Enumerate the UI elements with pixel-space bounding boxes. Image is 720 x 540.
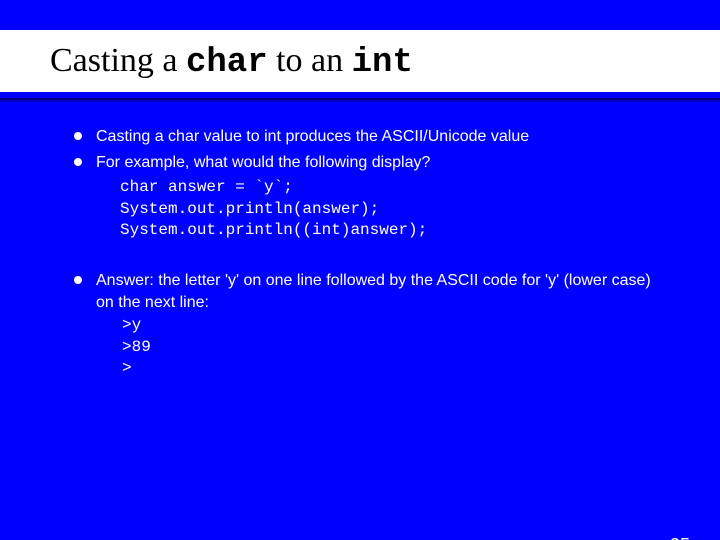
- output-line: >y: [122, 315, 670, 337]
- bullet-text: For example, what would the following di…: [96, 154, 430, 171]
- title-code-2: int: [352, 44, 413, 82]
- code-line: System.out.println(answer);: [120, 199, 670, 221]
- title-bar: Casting a char to an int: [0, 30, 720, 92]
- title-text-1: Casting a: [50, 42, 186, 79]
- footer: Chapter 2 Java: an Introduction to Compu…: [0, 535, 720, 540]
- title-text-2: to an: [268, 42, 352, 79]
- output-line: >89: [122, 337, 670, 359]
- title-code-1: char: [186, 44, 268, 82]
- bullet-item: Casting a char value to int produces the…: [70, 126, 670, 148]
- bullet-item: Answer: the letter 'y' on one line follo…: [70, 270, 670, 380]
- bullet-item: For example, what would the following di…: [70, 152, 670, 174]
- code-block: char answer = `y`; System.out.println(an…: [70, 177, 670, 242]
- code-line: System.out.println((int)answer);: [120, 220, 670, 242]
- output-line: >: [122, 358, 670, 380]
- code-line: char answer = `y`;: [120, 177, 670, 199]
- slide-title: Casting a char to an int: [50, 42, 720, 82]
- slide: Casting a char to an int Casting a char …: [0, 30, 720, 540]
- footer-page-number: 35: [670, 535, 690, 540]
- content-area: Casting a char value to int produces the…: [0, 102, 720, 380]
- bullet-text: Answer: the letter 'y' on one line follo…: [96, 272, 651, 311]
- bullet-text: Casting a char value to int produces the…: [96, 128, 529, 145]
- output-block: >y >89 >: [96, 315, 670, 380]
